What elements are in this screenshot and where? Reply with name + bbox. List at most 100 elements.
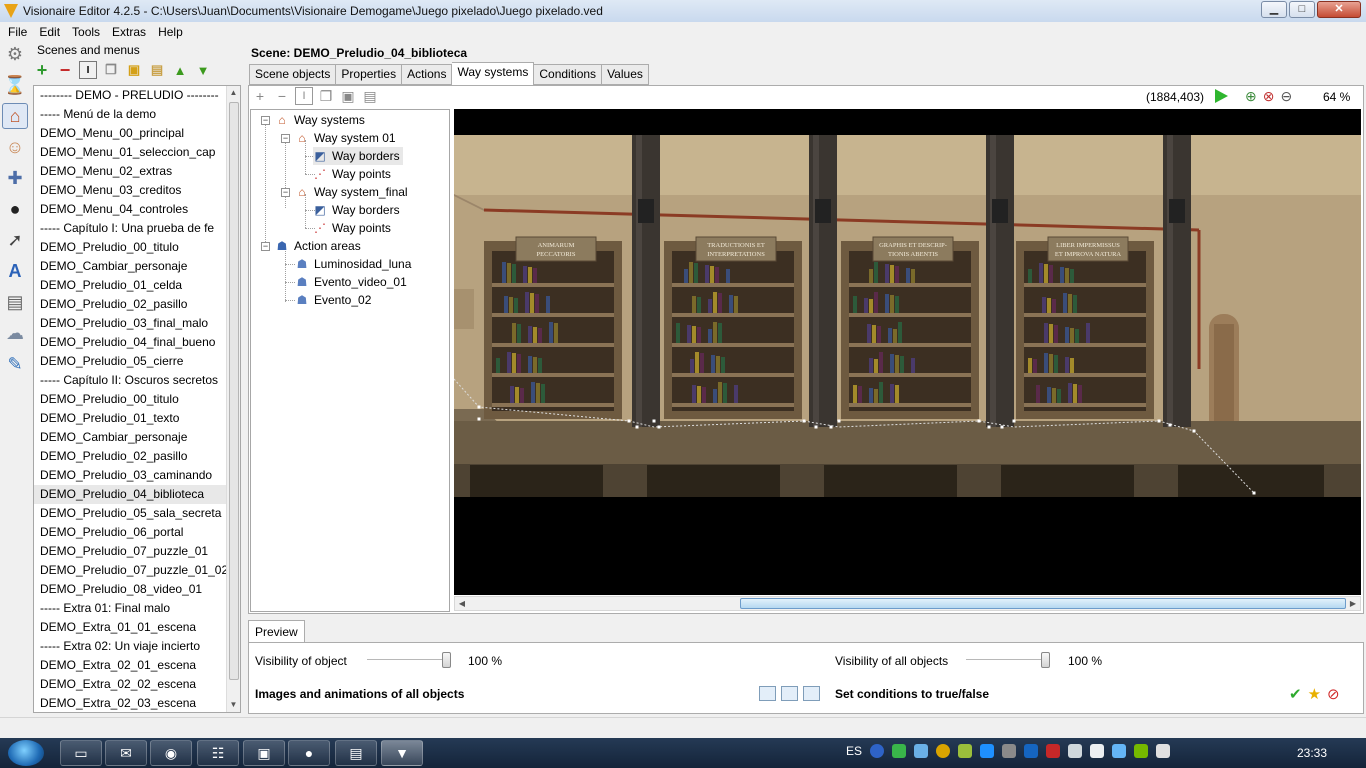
tab-actions[interactable]: Actions: [402, 64, 453, 85]
slider-knob[interactable]: [442, 652, 451, 668]
tree-way-systems-root[interactable]: ⌂ Way systems: [275, 111, 365, 129]
scene-list-item[interactable]: DEMO_Preludio_03_final_malo: [34, 314, 240, 333]
chrome-tray-icon[interactable]: [936, 744, 951, 758]
tab-values[interactable]: Values: [602, 64, 649, 85]
scenes-list[interactable]: -------- DEMO - PRELUDIO -------- ----- M…: [33, 85, 241, 713]
forbidden-icon[interactable]: ⊘: [1327, 685, 1340, 703]
scene-list-item[interactable]: DEMO_Cambiar_personaje: [34, 257, 240, 276]
close-button[interactable]: ✕: [1317, 1, 1361, 18]
line-tray-icon[interactable]: [892, 744, 907, 758]
visibility-object-slider[interactable]: [367, 652, 451, 668]
scene-preview-image[interactable]: ANIMARUM PECCATORIS TRADUCTIONIS ET INTERPR…: [454, 109, 1361, 595]
maximize-button[interactable]: □: [1289, 1, 1315, 18]
expand-toggle-icon[interactable]: −: [261, 242, 270, 251]
grid-view-icon[interactable]: [759, 686, 776, 701]
hourglass-icon[interactable]: ⌛: [2, 72, 28, 98]
sync-tray-icon[interactable]: [1002, 744, 1017, 758]
scene-list-item[interactable]: DEMO_Extra_01_01_escena: [34, 618, 240, 637]
add-icon[interactable]: +: [251, 87, 269, 105]
dropbox-tray-icon[interactable]: [1112, 744, 1127, 758]
canvas-scroll-thumb[interactable]: [740, 598, 1346, 609]
list-view-icon[interactable]: [781, 686, 798, 701]
tree-way-borders-final[interactable]: ◩ Way borders: [313, 201, 399, 219]
scene-canvas[interactable]: ANIMARUM PECCATORIS TRADUCTIONIS ET INTERPR…: [454, 109, 1361, 595]
scene-list-item[interactable]: DEMO_Menu_04_controles: [34, 200, 240, 219]
firefox-taskbar-icon[interactable]: ◉: [150, 740, 192, 766]
tab-conditions[interactable]: Conditions: [534, 64, 603, 85]
tree-way-system-final[interactable]: ⌂ Way system_final: [295, 183, 407, 201]
explorer-taskbar-icon[interactable]: ▭: [60, 740, 102, 766]
particles-icon[interactable]: ☁: [2, 320, 28, 346]
scene-list-item[interactable]: DEMO_Menu_01_seleccion_cap: [34, 143, 240, 162]
tree-way-borders-01[interactable]: ◩ Way borders: [313, 147, 403, 165]
scenes-scrollbar[interactable]: ▲ ▼: [226, 86, 240, 712]
cloud-tray-icon[interactable]: [914, 744, 929, 758]
app-taskbar-icon[interactable]: ●: [288, 740, 330, 766]
add-icon[interactable]: +: [33, 60, 51, 80]
tab-properties[interactable]: Properties: [336, 64, 403, 85]
notepad-taskbar-icon[interactable]: ▤: [335, 740, 377, 766]
tab-scene-objects[interactable]: Scene objects: [249, 64, 337, 85]
move-down-icon[interactable]: ▼: [194, 61, 212, 79]
menu-edit[interactable]: Edit: [33, 25, 66, 39]
scene-list-item[interactable]: DEMO_Cambiar_personaje: [34, 428, 240, 447]
scroll-down-arrow-icon[interactable]: ▼: [227, 698, 240, 712]
language-indicator[interactable]: ES: [846, 744, 862, 758]
flag-tray-icon[interactable]: [1156, 744, 1171, 758]
rename-icon[interactable]: I: [295, 87, 313, 105]
menu-tools[interactable]: Tools: [66, 25, 106, 39]
scenes-house-icon[interactable]: ⌂: [2, 103, 28, 129]
scene-list-item[interactable]: ----- Extra 01: Final malo: [34, 599, 240, 618]
network-tray-icon[interactable]: [958, 744, 973, 758]
rename-icon[interactable]: I: [79, 61, 97, 79]
tree-area-evento-video-01[interactable]: ☗ Evento_video_01: [295, 273, 407, 291]
tab-way-systems[interactable]: Way systems: [452, 62, 535, 85]
way-systems-tree[interactable]: − ⌂ Way systems − ⌂ Way system 01 ◩ Way …: [250, 109, 450, 612]
chat-taskbar-icon[interactable]: ☷: [197, 740, 239, 766]
zoom-reset-icon[interactable]: ⊗: [1263, 88, 1275, 105]
clipboard-icon[interactable]: ▤: [148, 61, 166, 79]
line-taskbar-icon[interactable]: ▣: [243, 740, 285, 766]
remove-icon[interactable]: −: [273, 87, 291, 105]
menu-help[interactable]: Help: [152, 25, 189, 39]
scene-list-item[interactable]: DEMO_Preludio_01_texto: [34, 409, 240, 428]
scene-list-item[interactable]: DEMO_Extra_02_01_escena: [34, 656, 240, 675]
scene-list-item[interactable]: -------- DEMO - PRELUDIO --------: [34, 86, 240, 105]
scene-list-item[interactable]: DEMO_Preludio_01_celda: [34, 276, 240, 295]
zoom-out-icon[interactable]: ⊖: [1280, 88, 1292, 105]
help-tray-icon[interactable]: [870, 744, 885, 758]
visibility-all-slider[interactable]: [966, 652, 1050, 668]
tree-way-system-01[interactable]: ⌂ Way system 01: [295, 129, 395, 147]
tree-way-points-01[interactable]: ⋰ Way points: [313, 165, 391, 183]
tree-way-points-final[interactable]: ⋰ Way points: [313, 219, 391, 237]
minimize-button[interactable]: ▁: [1261, 1, 1287, 18]
scene-list-item[interactable]: DEMO_Menu_02_extras: [34, 162, 240, 181]
tree-action-areas[interactable]: ☗ Action areas: [275, 237, 361, 255]
scene-list-item[interactable]: DEMO_Extra_02_03_escena: [34, 694, 240, 712]
paste-icon[interactable]: ▣: [125, 61, 143, 79]
tree-area-luminosidad-luna[interactable]: ☗ Luminosidad_luna: [295, 255, 412, 273]
scene-list-item[interactable]: DEMO_Preludio_05_sala_secreta: [34, 504, 240, 523]
visionaire-taskbar-icon[interactable]: ▼: [381, 740, 423, 766]
canvas-horizontal-scrollbar[interactable]: ◀ ▶: [454, 596, 1361, 611]
detail-view-icon[interactable]: [803, 686, 820, 701]
scene-list-item[interactable]: DEMO_Preludio_06_portal: [34, 523, 240, 542]
star-icon[interactable]: ★: [1308, 685, 1321, 703]
slider-knob[interactable]: [1041, 652, 1050, 668]
expand-toggle-icon[interactable]: −: [261, 116, 270, 125]
scroll-left-arrow-icon[interactable]: ◀: [455, 597, 469, 610]
scene-list-item[interactable]: DEMO_Preludio_04_biblioteca: [34, 485, 240, 504]
check-icon[interactable]: ✔: [1289, 685, 1302, 703]
script-icon[interactable]: ✎: [2, 351, 28, 377]
scene-list-item[interactable]: DEMO_Preludio_02_pasillo: [34, 447, 240, 466]
battery-tray-icon[interactable]: [980, 744, 995, 758]
zoom-in-icon[interactable]: ⊕: [1245, 88, 1257, 105]
scene-list-item[interactable]: ----- Capítulo II: Oscuros secretos: [34, 371, 240, 390]
cursor-icon[interactable]: ➚: [2, 227, 28, 253]
copy-icon[interactable]: ❐: [317, 87, 335, 105]
scene-list-item[interactable]: DEMO_Extra_02_02_escena: [34, 675, 240, 694]
menu-file[interactable]: File: [2, 25, 33, 39]
start-button-icon[interactable]: [8, 740, 44, 766]
scene-list-item[interactable]: DEMO_Preludio_04_final_bueno: [34, 333, 240, 352]
characters-person-icon[interactable]: ☺: [2, 134, 28, 160]
